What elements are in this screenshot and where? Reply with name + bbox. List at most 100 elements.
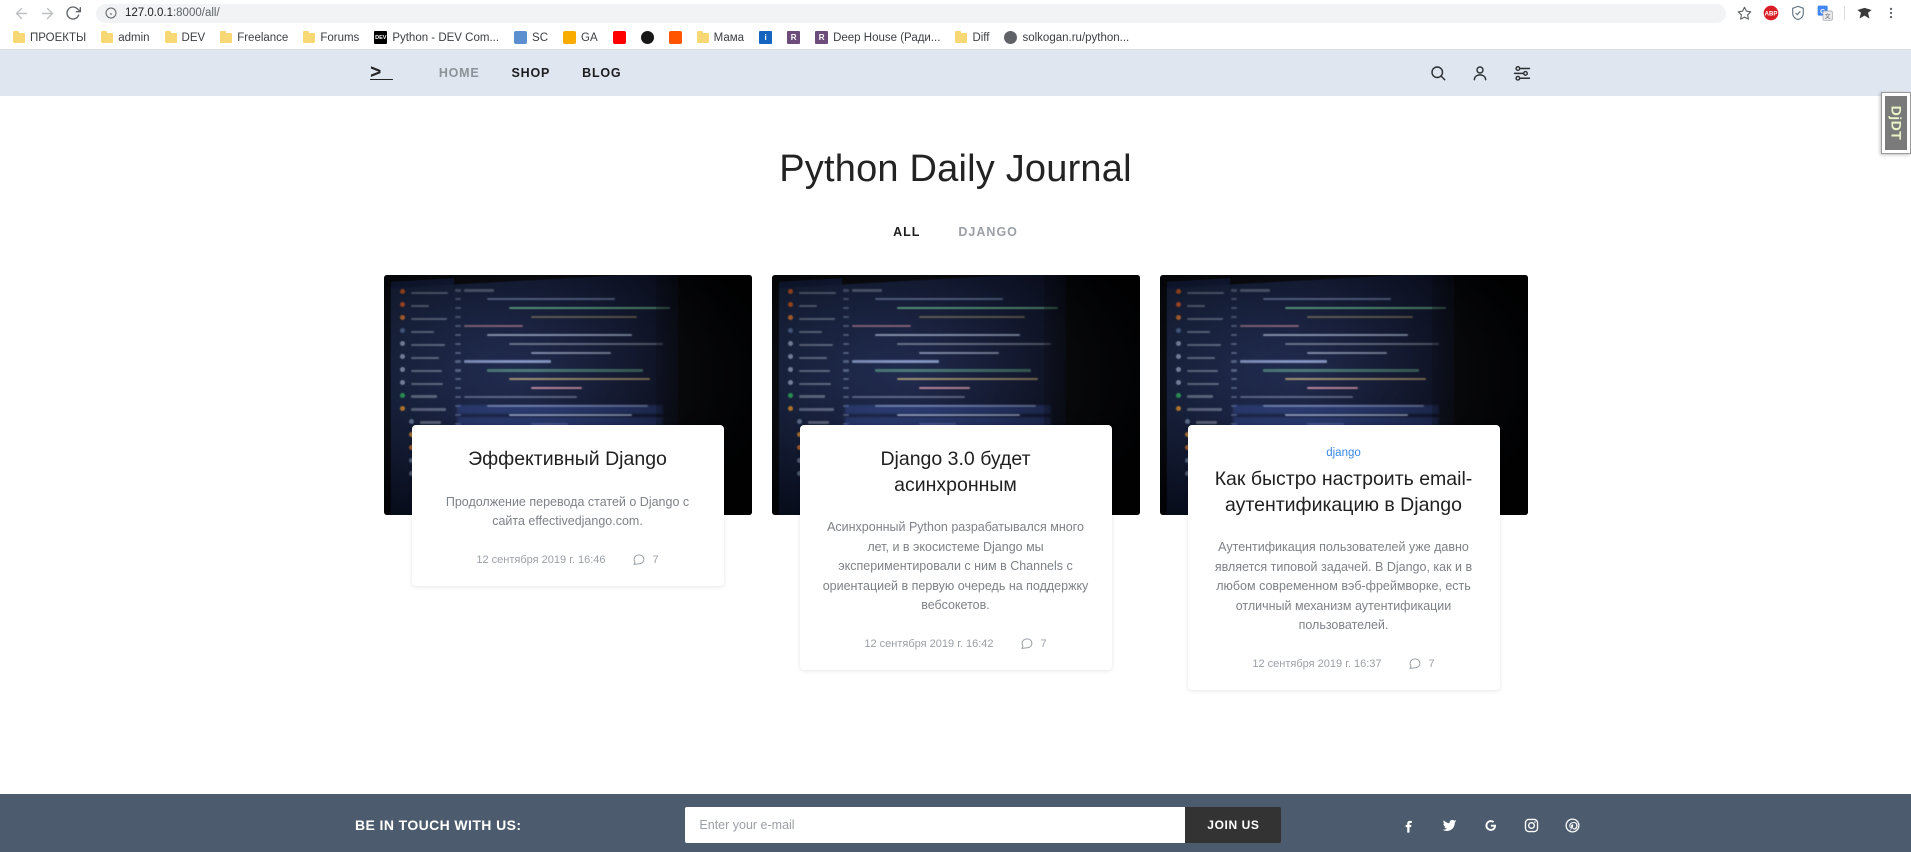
google-translate-extension-icon[interactable]: G文 <box>1813 1 1837 25</box>
comment-bubble-icon <box>1408 658 1420 670</box>
django-debug-toolbar-handle[interactable]: DjDT <box>1881 92 1911 154</box>
shield-extension-icon[interactable] <box>1786 1 1810 25</box>
post-comment-count[interactable]: 7 <box>1020 637 1047 650</box>
reload-button[interactable] <box>60 0 86 26</box>
post-excerpt: Асинхронный Python разрабатывался много … <box>822 520 1089 612</box>
star-icon[interactable] <box>1732 1 1756 25</box>
social-links <box>1400 817 1581 834</box>
post-title-link[interactable]: Эффективный Django <box>430 447 706 473</box>
post-meta: 12 сентября 2019 г. 16:46 7 <box>430 553 706 566</box>
twitter-icon[interactable] <box>1441 817 1458 834</box>
post-comment-count[interactable]: 7 <box>1408 657 1435 670</box>
bookmark-item[interactable] <box>606 28 633 48</box>
scholar-favicon <box>514 31 528 44</box>
newsletter-form: JOIN US <box>685 807 1282 843</box>
post-meta: 12 сентября 2019 г. 16:37 7 <box>1206 657 1482 670</box>
post-meta: 12 сентября 2019 г. 16:42 7 <box>818 637 1094 650</box>
post-excerpt: Аутентификация пользователей уже давно я… <box>1214 540 1473 632</box>
address-bar[interactable]: 127.0.0.1:8000/all/ <box>96 3 1726 23</box>
pinterest-icon[interactable] <box>1564 817 1581 834</box>
url-path: :8000/all/ <box>172 7 220 19</box>
post-card-list: Эффективный Django Продолжение перевода с… <box>0 275 1911 691</box>
post-card-body: Django 3.0 будет асинхронным Асинхронный … <box>799 425 1112 671</box>
bookmark-item[interactable]: solkogan.ru/python... <box>997 28 1136 48</box>
dark-reader-extension-icon[interactable] <box>1852 1 1876 25</box>
bookmark-label: Python - DEV Com... <box>392 31 500 44</box>
bookmark-item[interactable]: ПРОЕКТЫ <box>6 28 93 48</box>
chrome-actions: ABP G文 <box>1732 1 1903 25</box>
bookmark-label: Deep House (Ради... <box>833 31 941 44</box>
bookmark-item[interactable]: DEV Python - DEV Com... <box>367 28 506 48</box>
bookmark-item[interactable] <box>662 28 689 48</box>
nav-links: HOME SHOP BLOG <box>439 66 622 80</box>
bookmark-item[interactable] <box>634 28 661 48</box>
bookmark-item[interactable]: SC <box>507 28 555 48</box>
url-host: 127.0.0.1 <box>125 7 173 19</box>
bookmark-item[interactable]: Diff <box>948 28 996 48</box>
bookmark-label: Мама <box>713 31 745 44</box>
nav-link-blog[interactable]: BLOG <box>582 66 621 80</box>
bookmark-item[interactable]: GA <box>556 28 605 48</box>
post-card: Django 3.0 будет асинхронным Асинхронный … <box>771 275 1140 671</box>
bookmark-item[interactable]: DEV <box>158 28 213 48</box>
google-icon[interactable] <box>1482 817 1499 834</box>
email-input[interactable] <box>685 807 1186 843</box>
adblock-plus-extension-icon[interactable]: ABP <box>1759 1 1783 25</box>
bookmark-item[interactable]: Мама <box>690 28 751 48</box>
djdt-label: DjDT <box>1888 105 1905 141</box>
svg-text:ABP: ABP <box>1765 12 1778 18</box>
user-account-icon[interactable] <box>1471 64 1489 82</box>
post-excerpt: Продолжение перевода статей о Django с с… <box>445 494 690 529</box>
nav-link-home[interactable]: HOME <box>439 66 480 80</box>
radio-record-favicon: R <box>787 31 801 44</box>
three-dots-menu-icon[interactable] <box>1879 1 1903 25</box>
category-filters: ALL DJANGO <box>0 225 1911 239</box>
search-icon[interactable] <box>1429 64 1447 82</box>
folder-icon <box>101 30 114 43</box>
bookmark-item[interactable]: admin <box>94 28 156 48</box>
settings-sliders-icon[interactable] <box>1513 64 1531 82</box>
bookmarks-bar: ПРОЕКТЫ admin DEV Freelance Forums DEV Python … <box>0 26 1911 50</box>
bookmark-item[interactable]: Freelance <box>213 28 295 48</box>
post-title-link[interactable]: Как быстро настроить email-аутентификаци… <box>1206 467 1482 518</box>
nav-actions <box>1429 64 1531 82</box>
bookmark-label: Diff <box>972 31 990 44</box>
post-card-body: django Как быстро настроить email-аутенти… <box>1187 425 1500 691</box>
filter-all[interactable]: ALL <box>893 225 920 239</box>
forward-button[interactable] <box>34 0 60 26</box>
info-circle-icon[interactable] <box>105 7 117 19</box>
folder-icon <box>303 30 316 43</box>
comment-bubble-icon <box>632 554 644 566</box>
folder-icon <box>696 30 709 43</box>
bookmark-item[interactable]: R Deep House (Ради... <box>808 28 947 48</box>
bookmark-item[interactable]: i <box>752 28 779 48</box>
toolbar-divider <box>1844 6 1845 20</box>
post-title-link[interactable]: Django 3.0 будет асинхронным <box>818 447 1094 498</box>
post-comment-count[interactable]: 7 <box>632 553 659 566</box>
instagram-icon[interactable] <box>1523 817 1540 834</box>
join-us-button[interactable]: JOIN US <box>1185 807 1282 843</box>
nav-link-shop[interactable]: SHOP <box>512 66 551 80</box>
back-button[interactable] <box>8 0 34 26</box>
folder-icon <box>13 30 25 43</box>
folder-icon <box>955 30 968 43</box>
filter-django[interactable]: DJANGO <box>958 225 1017 239</box>
google-analytics-favicon <box>563 31 577 44</box>
bookmark-item[interactable]: R <box>780 28 807 48</box>
omnibar-row: 127.0.0.1:8000/all/ ABP G文 <box>0 0 1911 26</box>
bookmark-label: Freelance <box>237 31 289 44</box>
info-favicon: i <box>759 31 773 44</box>
radio-favicon: R <box>815 31 829 44</box>
post-date: 12 сентября 2019 г. 16:46 <box>476 553 606 566</box>
djdt-inner: DjDT <box>1885 96 1907 150</box>
page-title: Python Daily Journal <box>779 148 1132 190</box>
post-card-body: Эффективный Django Продолжение перевода с… <box>411 425 724 587</box>
comment-count-value: 7 <box>652 553 659 566</box>
brand-logo[interactable]: >_ <box>370 63 393 83</box>
post-card: django Как быстро настроить email-аутенти… <box>1159 275 1528 691</box>
post-category-tag[interactable]: django <box>1206 447 1482 459</box>
bookmark-item[interactable]: Forums <box>296 28 366 48</box>
facebook-icon[interactable] <box>1400 817 1417 834</box>
newsletter-label: BE IN TOUCH WITH US: <box>355 817 522 833</box>
youtube-favicon <box>612 31 626 44</box>
